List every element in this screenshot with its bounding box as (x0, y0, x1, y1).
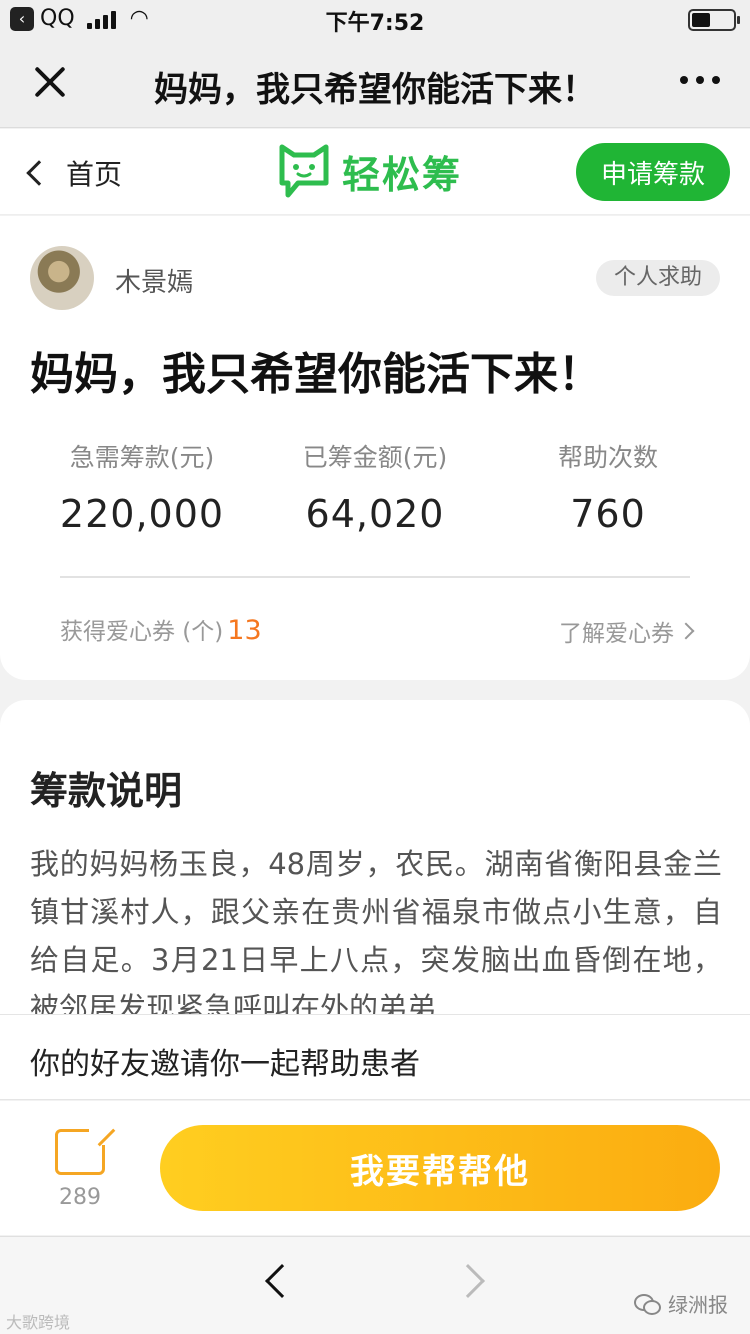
author-name[interactable]: 木景嫣 (115, 262, 193, 299)
section-title: 筹款说明 (30, 769, 183, 813)
logo-text: 轻松筹 (342, 152, 463, 197)
learn-coupon-label: 了解爱心券 (559, 621, 674, 647)
page-title: 妈妈，我只希望你能活下来！ (154, 70, 596, 110)
cat-logo-icon (279, 144, 329, 198)
share-icon[interactable] (55, 1125, 109, 1175)
wechat-icon (634, 1293, 661, 1315)
stat-raised: 已筹金额(元) 64,020 (255, 438, 495, 536)
forward-arrow-icon[interactable] (451, 1264, 485, 1298)
share-count: 289 (59, 1185, 101, 1210)
coupon-summary: 获得爱心券 (个) 13 (60, 612, 262, 646)
close-icon[interactable] (32, 64, 68, 100)
stat-target: 急需筹款(元) 220,000 (22, 438, 262, 536)
coupon-label: 获得爱心券 (个) (60, 619, 224, 645)
back-arrow-icon[interactable] (265, 1264, 299, 1298)
invite-text: 你的好友邀请你一起帮助患者 (30, 1047, 420, 1082)
browser-toolbar: 大歌跨境 绿洲报 (0, 1236, 750, 1334)
campaign-summary-card: 木景嫣 个人求助 妈妈，我只希望你能活下来！ 急需筹款(元) 220,000 已… (0, 216, 750, 680)
battery-level (692, 13, 710, 27)
webview-nav-bar: 妈妈，我只希望你能活下来！ (0, 40, 750, 128)
chevron-right-icon (677, 622, 695, 640)
category-tag: 个人求助 (596, 260, 720, 296)
fundraising-description-card: 筹款说明 我的妈妈杨玉良，48周岁，农民。湖南省衡阳县金兰镇甘溪村人，跟父亲在贵… (0, 700, 750, 1020)
stat-label: 已筹金额(元) (302, 443, 448, 472)
watermark-right-text: 绿洲报 (668, 1293, 728, 1317)
status-time: 下午7:52 (325, 11, 425, 36)
more-options-icon[interactable] (680, 76, 720, 84)
status-bar: ‹ QQ ◠ 下午7:52 (0, 0, 750, 40)
stat-label: 帮助次数 (557, 443, 658, 472)
chevron-left-icon (26, 160, 52, 186)
stat-help-count: 帮助次数 760 (488, 438, 728, 536)
stat-value: 220,000 (59, 492, 225, 536)
stat-value: 64,020 (305, 492, 445, 536)
invite-banner: 你的好友邀请你一起帮助患者 (0, 1014, 750, 1100)
help-donate-button[interactable]: 我要帮帮他 (160, 1125, 720, 1211)
campaign-title: 妈妈，我只希望你能活下来！ (30, 349, 602, 400)
home-link[interactable]: 首页 (22, 153, 122, 193)
brand-logo[interactable]: 轻松筹 (278, 143, 462, 199)
apply-fundraising-button[interactable]: 申请筹款 (576, 143, 730, 201)
watermark-right: 绿洲报 (634, 1289, 728, 1318)
stat-label: 急需筹款(元) (69, 443, 215, 472)
home-label: 首页 (66, 158, 123, 191)
action-bar: 289 我要帮帮他 (0, 1101, 750, 1235)
learn-coupon-link[interactable]: 了解爱心券 (559, 614, 695, 648)
site-header: 首页 轻松筹 申请筹款 (0, 129, 750, 215)
battery-icon (688, 9, 740, 31)
description-text: 我的妈妈杨玉良，48周岁，农民。湖南省衡阳县金兰镇甘溪村人，跟父亲在贵州省福泉市… (30, 847, 722, 1020)
stat-value: 760 (570, 492, 646, 536)
divider (60, 576, 690, 578)
avatar[interactable] (30, 246, 94, 310)
coupon-count: 13 (227, 615, 262, 646)
watermark-left: 大歌跨境 (6, 1313, 71, 1332)
